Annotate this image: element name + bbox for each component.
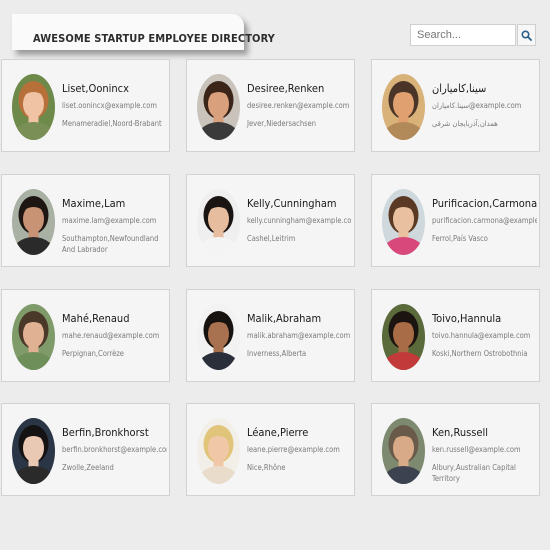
employee-email: سینا.کامیاران@example.com: [432, 101, 522, 110]
employee-name: Desiree,Renken: [247, 82, 325, 95]
employee-email: berfin.bronkhorst@example.com: [62, 445, 167, 454]
employee-name: Berfin,Bronkhorst: [62, 426, 149, 439]
avatar: [382, 304, 425, 370]
employee-location: Menameradiel,Noord-Brabant: [62, 119, 162, 128]
employee-card[interactable]: Berfin,Bronkhorst berfin.bronkhorst@examp…: [1, 403, 170, 496]
employee-location: Zwolle,Zeeland: [62, 463, 114, 472]
employee-location: همدان,آذربایجان شرقی: [432, 119, 498, 128]
page-title: AWESOME STARTUP EMPLOYEE DIRECTORY: [33, 32, 275, 45]
employee-card[interactable]: Léane,Pierre leane.pierre@example.com Nice…: [186, 403, 355, 496]
employee-card[interactable]: Toivo,Hannula toivo.hannula@example.com Ko…: [371, 289, 540, 382]
employee-email: malik.abraham@example.com: [247, 331, 351, 340]
avatar: [197, 189, 240, 255]
employee-name: Liset,Oonincx: [62, 82, 129, 95]
employee-email: maxime.lam@example.com: [62, 216, 157, 225]
employee-card[interactable]: Liset,Oonincx liset.oonincx@example.com Me…: [1, 59, 170, 152]
employee-location: Jever,Niedersachsen: [247, 119, 317, 128]
employee-name: Malik,Abraham: [247, 312, 322, 325]
employee-email: desiree.renken@example.com: [247, 101, 350, 110]
employee-name: Maxime,Lam: [62, 197, 126, 210]
employee-location: Nice,Rhône: [247, 463, 286, 472]
avatar: [12, 418, 55, 484]
employee-email: ken.russell@example.com: [432, 445, 521, 454]
avatar: [12, 304, 55, 370]
employee-card[interactable]: Malik,Abraham malik.abraham@example.com In…: [186, 289, 355, 382]
avatar: [197, 304, 240, 370]
employee-email: liset.oonincx@example.com: [62, 101, 157, 110]
employee-location: Perpignan,Corrèze: [62, 349, 124, 358]
employee-location: Southampton,Newfoundland And Labrador: [62, 234, 159, 254]
employee-name: Kelly,Cunningham: [247, 197, 337, 210]
employee-name: Toivo,Hannula: [432, 312, 502, 325]
employee-email: leane.pierre@example.com: [247, 445, 340, 454]
employee-location: Koski,Northern Ostrobothnia: [432, 349, 528, 358]
employee-card[interactable]: سینا,کامیاران سینا.کامیاران@example.com هم…: [371, 59, 540, 152]
employee-card[interactable]: Purificacion,Carmona purificacion.carmona…: [371, 174, 540, 267]
employee-name: Purificacion,Carmona: [432, 197, 537, 210]
magnifier-icon: [521, 29, 532, 41]
employee-name: Ken,Russell: [432, 426, 489, 439]
avatar: [382, 74, 425, 140]
employee-name: Mahé,Renaud: [62, 312, 130, 325]
employee-email: kelly.cunningham@example.com: [247, 216, 352, 225]
employee-card[interactable]: Mahé,Renaud mahe.renaud@example.com Perpig…: [1, 289, 170, 382]
employee-location: Cashel,Leitrim: [247, 234, 296, 243]
search-button[interactable]: [517, 24, 536, 46]
avatar: [12, 74, 55, 140]
avatar: [197, 74, 240, 140]
employee-email: toivo.hannula@example.com: [432, 331, 531, 340]
employee-card[interactable]: Ken,Russell ken.russell@example.com Albury…: [371, 403, 540, 496]
employee-location: Ferrol,País Vasco: [432, 234, 488, 243]
employee-location: Albury,Australian Capital Territory: [432, 463, 516, 483]
employee-name: سینا,کامیاران: [432, 82, 487, 95]
avatar: [197, 418, 240, 484]
search-input[interactable]: [410, 24, 516, 46]
employee-card[interactable]: Maxime,Lam maxime.lam@example.com Southamp…: [1, 174, 170, 267]
employee-email: mahe.renaud@example.com: [62, 331, 160, 340]
avatar: [382, 418, 425, 484]
employee-card[interactable]: Kelly,Cunningham kelly.cunningham@example…: [186, 174, 355, 267]
employee-card[interactable]: Desiree,Renken desiree.renken@example.com…: [186, 59, 355, 152]
avatar: [382, 189, 425, 255]
employee-name: Léane,Pierre: [247, 426, 309, 439]
employee-location: Inverness,Alberta: [247, 349, 307, 358]
avatar: [12, 189, 55, 255]
employee-email: purificacion.carmona@example.com: [432, 216, 537, 225]
